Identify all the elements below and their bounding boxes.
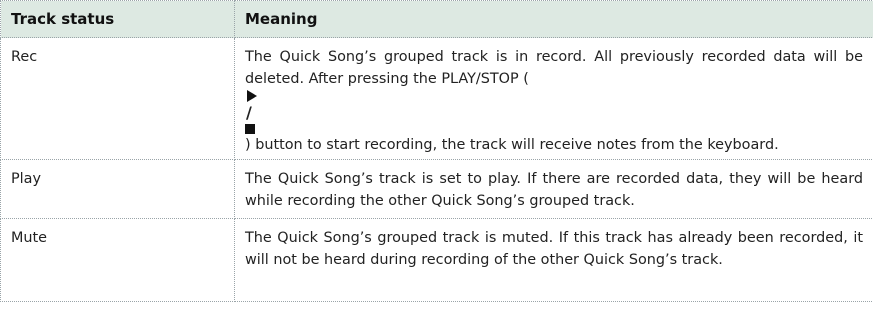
status-cell: Play (0, 159, 235, 219)
meaning-cell: The Quick Song’s grouped track is muted.… (234, 218, 873, 302)
table-row-mute: Mute The Quick Song’s grouped track is m… (0, 218, 873, 302)
table-header: Track status Meaning (0, 0, 873, 38)
table-row-play: Play The Quick Song’s track is set to pl… (0, 159, 873, 219)
table-row-rec: Rec The Quick Song’s grouped track is in… (0, 37, 873, 160)
header-meaning: Meaning (234, 0, 873, 38)
meaning-cell: The Quick Song’s grouped track is in rec… (234, 37, 873, 160)
stop-icon (245, 124, 255, 134)
slash-glyph: / (246, 103, 252, 122)
status-cell: Mute (0, 218, 235, 302)
meaning-text-part-2: ) button to start recording, the track w… (245, 137, 779, 153)
status-cell: Rec (0, 37, 235, 160)
header-track-status: Track status (0, 0, 235, 38)
play-icon (247, 90, 257, 102)
meaning-cell: The Quick Song’s track is set to play. I… (234, 159, 873, 219)
meaning-text-part-1: The Quick Song’s grouped track is in rec… (245, 49, 863, 87)
track-status-table: Track status Meaning Rec The Quick Song’… (0, 0, 873, 302)
header-row: Track status Meaning (0, 0, 873, 38)
table-body: Rec The Quick Song’s grouped track is in… (0, 37, 873, 302)
meaning-text: The Quick Song’s grouped track is in rec… (245, 46, 863, 156)
